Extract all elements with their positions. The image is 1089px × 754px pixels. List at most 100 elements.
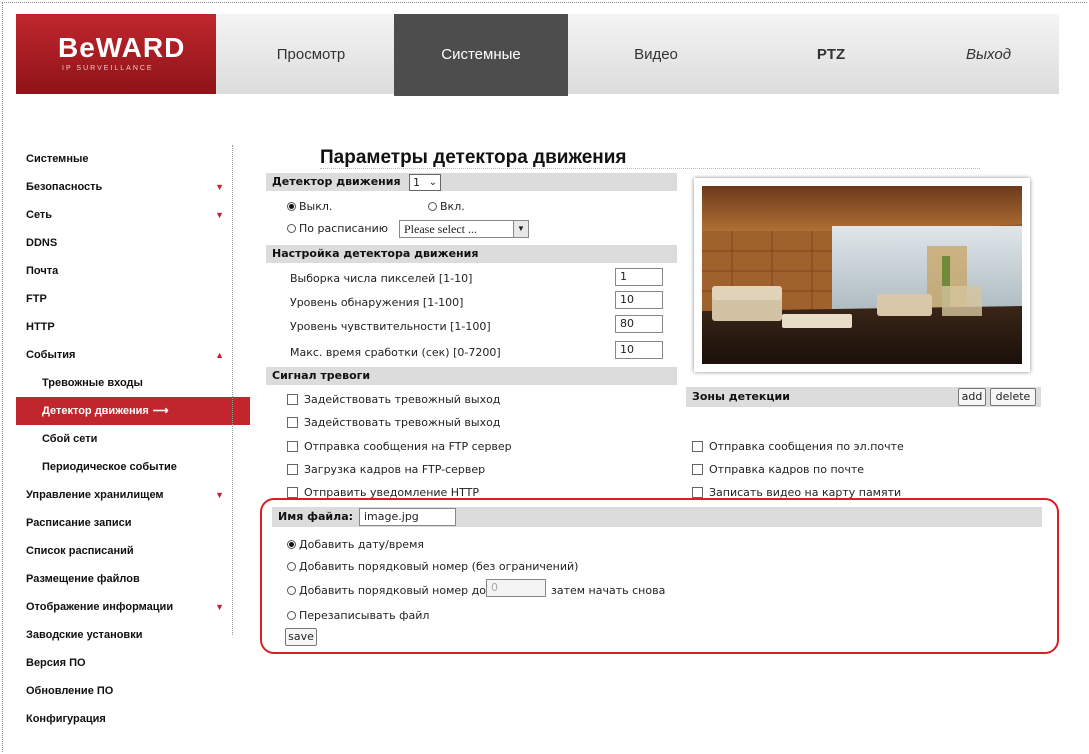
sidebar-item-record-schedule[interactable]: Расписание записи [16,509,236,537]
checkbox[interactable] [287,441,298,452]
sidebar-item-label: Конфигурация [26,713,106,725]
alarm-output-1-label: Задействовать тревожный выход [304,393,501,406]
sidebar-item-configuration[interactable]: Конфигурация [16,705,236,733]
sidebar-item-periodic-event[interactable]: Периодическое событие [16,453,236,481]
ftp-message-label: Отправка сообщения на FTP сервер [304,440,512,453]
checkbox[interactable] [287,487,298,498]
alarm-output-2-label: Задействовать тревожный выход [304,416,501,429]
sidebar-item-mail[interactable]: Почта [16,257,236,285]
sidebar-item-alarm-inputs[interactable]: Тревожные входы [16,369,236,397]
sidebar-item-motion-detector[interactable]: Детектор движения ⟶ [16,397,250,425]
radio-selected[interactable] [287,202,296,211]
schedule-select[interactable]: Please select ... ▼ [399,220,529,238]
radio-unselected[interactable] [428,202,437,211]
sensitivity-label: Уровень чувствительности [1-100] [290,320,491,333]
sidebar-item-system[interactable]: Системные [16,145,236,173]
triangle-down-icon: ▼ [215,490,224,500]
title-rule [320,168,980,169]
sidebar-item-file-location[interactable]: Размещение файлов [16,565,236,593]
arrow-right-icon: ⟶ [152,405,169,417]
chevron-down-icon: ⌄ [428,177,437,188]
beward-logo[interactable]: BeWARD IP SURVEILLANCE [16,14,216,94]
checkbox[interactable] [692,487,703,498]
sidebar-item-storage[interactable]: Управление хранилищем ▼ [16,481,236,509]
delete-zone-button[interactable]: delete [990,388,1036,406]
detection-level-input[interactable]: 10 [615,291,663,309]
sidebar-divider [232,145,233,635]
sidebar-item-http[interactable]: HTTP [16,313,236,341]
sensitivity-input[interactable]: 80 [615,315,663,333]
sidebar: Системные Безопасность ▼ Сеть ▼ DDNS Почта… [16,145,250,733]
highlight-outline [260,498,1059,654]
sidebar-item-ftp[interactable]: FTP [16,285,236,313]
detector-label: Детектор движения [272,175,401,188]
nav-ptz[interactable]: PTZ [744,14,918,96]
add-zone-button[interactable]: add [958,388,986,406]
sidebar-item-ddns[interactable]: DDNS [16,229,236,257]
pixel-sample-input[interactable]: 1 [615,268,663,286]
triangle-down-icon: ▼ [215,602,224,612]
detector-on-label: Вкл. [440,200,465,213]
checkbox[interactable] [287,464,298,475]
ftp-message-option[interactable]: Отправка сообщения на FTP сервер [287,440,512,453]
checkbox[interactable] [287,417,298,428]
sidebar-item-firmware-update[interactable]: Обновление ПО [16,677,236,705]
nav-view[interactable]: Просмотр [228,14,394,96]
sidebar-item-factory-reset[interactable]: Заводские установки [16,621,236,649]
nav-exit[interactable]: Выход [918,14,1059,96]
checkbox[interactable] [287,394,298,405]
alarm-output-1[interactable]: Задействовать тревожный выход [287,393,500,406]
sidebar-item-label: FTP [26,293,47,305]
email-message-option[interactable]: Отправка сообщения по эл.почте [692,440,904,453]
logo-subtitle: IP SURVEILLANCE [62,65,154,72]
sidebar-item-network-failure[interactable]: Сбой сети [16,425,236,453]
sidebar-item-label: HTTP [26,321,55,333]
checkbox[interactable] [692,464,703,475]
sidebar-item-label: Детектор движения [42,405,149,417]
living-room-preview-image [702,186,1022,364]
sidebar-item-label: Расписание записи [26,517,132,529]
detection-level-label: Уровень обнаружения [1-100] [290,296,464,309]
alarm-output-2[interactable]: Задействовать тревожный выход [287,416,500,429]
dropdown-arrow-icon[interactable]: ▼ [513,221,528,237]
sidebar-item-label: Сбой сети [42,433,98,445]
sidebar-item-schedule-list[interactable]: Список расписаний [16,537,236,565]
nav-system[interactable]: Системные [394,14,568,96]
sidebar-item-label: Обновление ПО [26,685,114,697]
triangle-down-icon: ▼ [215,210,224,220]
detector-number-select[interactable]: 1 ⌄ [409,174,441,191]
sidebar-item-info-display[interactable]: Отображение информации ▼ [16,593,236,621]
triangle-up-icon: ▲ [215,350,224,360]
sidebar-item-label: DDNS [26,237,58,249]
nav-video[interactable]: Видео [568,14,744,96]
sidebar-item-network[interactable]: Сеть ▼ [16,201,236,229]
email-frames-option[interactable]: Отправка кадров по почте [692,463,864,476]
page-title: Параметры детектора движения [320,147,627,168]
sidebar-item-label: Системные [26,153,89,165]
sidebar-item-label: События [26,349,76,361]
max-trigger-time-label: Макс. время сработки (сек) [0-7200] [290,346,501,359]
max-trigger-time-input[interactable]: 10 [615,341,663,359]
ftp-upload-option[interactable]: Загрузка кадров на FTP-сервер [287,463,485,476]
sidebar-item-firmware-version[interactable]: Версия ПО [16,649,236,677]
detector-on-option[interactable]: Вкл. [428,200,465,213]
settings-header: Настройка детектора движения [266,245,677,263]
detector-schedule-label: По расписанию [299,222,388,235]
sidebar-item-security[interactable]: Безопасность ▼ [16,173,236,201]
detector-schedule-option[interactable]: По расписанию [287,222,388,235]
email-frames-label: Отправка кадров по почте [709,463,865,476]
checkbox[interactable] [692,441,703,452]
detector-off-option[interactable]: Выкл. [287,200,332,213]
sidebar-item-label: Периодическое событие [42,461,177,473]
sidebar-item-label: Сеть [26,209,53,221]
header: BeWARD IP SURVEILLANCE Просмотр Системны… [16,14,1059,96]
ftp-upload-label: Загрузка кадров на FTP-сервер [304,463,486,476]
email-message-label: Отправка сообщения по эл.почте [709,440,904,453]
detector-off-label: Выкл. [299,200,333,213]
sidebar-item-label: Заводские установки [26,629,143,641]
camera-preview[interactable] [694,178,1030,372]
schedule-select-value: Please select ... [404,222,477,236]
alarm-header: Сигнал тревоги [266,367,677,385]
sidebar-item-events[interactable]: События ▲ [16,341,236,369]
radio-unselected[interactable] [287,224,296,233]
